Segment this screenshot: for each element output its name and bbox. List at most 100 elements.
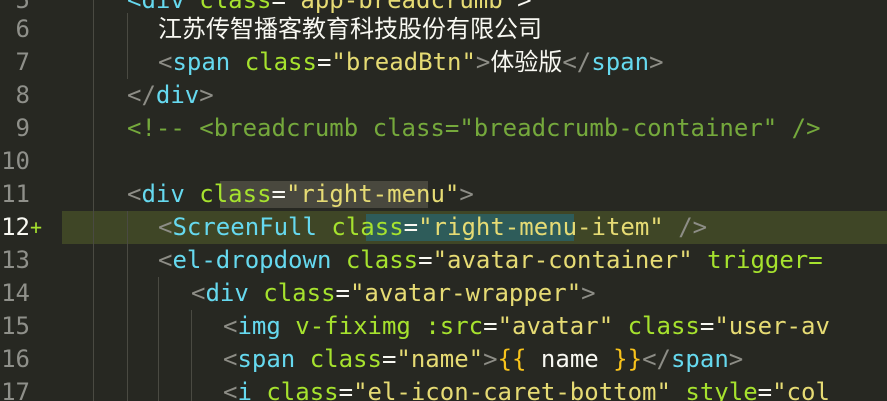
html-comment: <!-- <breadcrumb class="breadcrumb-conta… bbox=[127, 114, 821, 142]
code-line[interactable]: 16 <span class="name">{{ name }}</span> bbox=[0, 343, 887, 376]
tag-name: ScreenFull bbox=[172, 213, 317, 241]
line-gutter: 9 bbox=[0, 112, 62, 145]
attribute-value: "avatar" bbox=[497, 312, 614, 340]
line-number: 8 bbox=[15, 81, 30, 109]
indent-guide bbox=[158, 343, 159, 376]
indent-guide bbox=[93, 79, 94, 112]
tag-bracket: </ bbox=[562, 48, 592, 76]
indent-guide bbox=[93, 145, 94, 178]
line-gutter: 6 bbox=[0, 13, 62, 46]
line-number: 16 bbox=[1, 345, 30, 373]
code-line-active[interactable]: 12 + <ScreenFull class="right-menu-item"… bbox=[0, 211, 887, 244]
tag-bracket: > bbox=[483, 345, 498, 373]
code-content: <span class="breadBtn">体验版</span> bbox=[158, 46, 664, 79]
indent-guide bbox=[93, 178, 94, 211]
indent-guide bbox=[93, 13, 94, 46]
code-editor[interactable]: 5 <div class="app-breadcrumb"> 6 江苏传智播客教… bbox=[0, 0, 887, 401]
tag-bracket: > bbox=[475, 48, 491, 76]
line-number: 11 bbox=[1, 180, 30, 208]
line-gutter: 14 bbox=[0, 277, 62, 310]
attribute-name: class bbox=[266, 378, 339, 401]
equals-sign: = bbox=[338, 378, 354, 401]
code-line[interactable]: 17 <i class="el-icon-caret-bottom" style… bbox=[0, 376, 887, 401]
attribute-name: :src bbox=[425, 312, 484, 340]
indent-guide bbox=[93, 211, 94, 244]
attribute-name: trigger= bbox=[707, 246, 823, 274]
indent-guide bbox=[191, 376, 192, 401]
attribute-value: "el-icon-caret-bottom" bbox=[353, 378, 671, 401]
code-line[interactable]: 9 <!-- <breadcrumb class="breadcrumb-con… bbox=[0, 112, 887, 145]
code-line[interactable]: 15 <img v-fiximg :src="avatar" class="us… bbox=[0, 310, 887, 343]
code-line[interactable]: 13 <el-dropdown class="avatar-container"… bbox=[0, 244, 887, 277]
attribute-name: style bbox=[685, 378, 758, 401]
code-line[interactable]: 11 <div class="right-menu"> bbox=[0, 178, 887, 211]
tag-name: div bbox=[141, 180, 185, 208]
code-content: <ScreenFull class="right-menu-item" /> bbox=[158, 211, 707, 244]
equals-sign: = bbox=[316, 48, 332, 76]
code-line[interactable]: 10 bbox=[0, 145, 887, 178]
line-number: 17 bbox=[1, 378, 30, 401]
line-gutter: 17 bbox=[0, 376, 62, 401]
indent-guide bbox=[127, 13, 128, 46]
tag-name: span bbox=[591, 48, 650, 76]
tag-bracket: > bbox=[581, 279, 596, 307]
tag-name: span bbox=[670, 345, 729, 373]
equals-sign: = bbox=[757, 378, 773, 401]
code-content: <img v-fiximg :src="avatar" class="user-… bbox=[223, 310, 830, 343]
tag-bracket: </ bbox=[127, 81, 156, 109]
tag-bracket: </ bbox=[642, 345, 671, 373]
code-content: <div class="avatar-wrapper"> bbox=[191, 277, 596, 310]
line-gutter: 13 bbox=[0, 244, 62, 277]
tag-bracket: < bbox=[158, 246, 173, 274]
tag-name: i bbox=[237, 378, 252, 401]
line-gutter: 7 bbox=[0, 46, 62, 79]
tag-name: span bbox=[172, 48, 231, 76]
attribute-value: "right-menu-item" bbox=[418, 213, 664, 241]
line-number: 7 bbox=[15, 48, 30, 76]
interpolation-expression: name bbox=[526, 345, 614, 373]
code-line[interactable]: 7 <span class="breadBtn">体验版</span> bbox=[0, 46, 887, 79]
code-content: <div class="right-menu"> bbox=[127, 178, 474, 211]
line-gutter: 15 bbox=[0, 310, 62, 343]
mustache-open: {{ bbox=[497, 345, 527, 373]
indent-guide bbox=[93, 277, 94, 310]
attribute-name: class bbox=[263, 279, 336, 307]
code-line[interactable]: 6 江苏传智播客教育科技股份有限公司 bbox=[0, 13, 887, 46]
line-number: 12 bbox=[1, 213, 30, 241]
code-content: <span class="name">{{ name }}</span> bbox=[223, 343, 743, 376]
indent-guide bbox=[191, 343, 192, 376]
indent-guide bbox=[93, 343, 94, 376]
equals-sign: = bbox=[403, 213, 419, 241]
indent-guide bbox=[127, 310, 128, 343]
tag-bracket: < bbox=[158, 48, 173, 76]
attribute-name: class bbox=[345, 246, 419, 274]
tag-bracket: /> bbox=[663, 213, 708, 241]
tag-bracket: > bbox=[199, 81, 214, 109]
tag-bracket: < bbox=[127, 180, 142, 208]
indent-guide bbox=[127, 211, 128, 244]
line-number: 15 bbox=[1, 312, 30, 340]
code-content: <i class="el-icon-caret-bottom" style="c… bbox=[223, 376, 830, 401]
attribute-value: "avatar-container" bbox=[432, 246, 693, 274]
code-line[interactable]: 8 </div> bbox=[0, 79, 887, 112]
mustache-close: }} bbox=[613, 345, 643, 373]
tag-name: el-dropdown bbox=[172, 246, 332, 274]
indent-guide bbox=[127, 244, 128, 277]
equals-sign: = bbox=[483, 312, 498, 340]
tag-name: span bbox=[237, 345, 296, 373]
attribute-value: "col bbox=[772, 378, 830, 401]
attribute-name: v-fiximg bbox=[295, 312, 411, 340]
tag-name: img bbox=[237, 312, 281, 340]
text-content: 江苏传智播客教育科技股份有限公司 bbox=[158, 15, 542, 43]
code-content: 江苏传智播客教育科技股份有限公司 bbox=[158, 13, 542, 46]
tag-bracket: > bbox=[728, 345, 744, 373]
attribute-name: class bbox=[627, 312, 700, 340]
attribute-value: "right-menu" bbox=[285, 180, 460, 208]
tag-bracket: < bbox=[223, 345, 238, 373]
line-number: 9 bbox=[15, 114, 30, 142]
indent-guide bbox=[158, 277, 159, 310]
code-line[interactable]: 14 <div class="avatar-wrapper"> bbox=[0, 277, 887, 310]
line-number: 10 bbox=[1, 147, 30, 175]
tag-bracket: < bbox=[158, 213, 173, 241]
equals-sign: = bbox=[699, 312, 715, 340]
